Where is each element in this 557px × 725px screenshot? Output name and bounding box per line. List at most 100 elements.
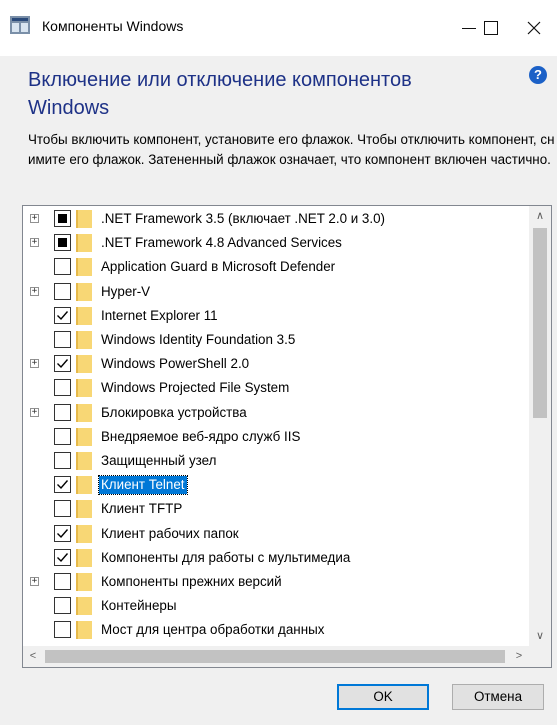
feature-label: Windows PowerShell 2.0 (101, 356, 250, 372)
dialog-heading: Включение или отключение компонентов Win… (28, 69, 412, 119)
feature-checkbox[interactable] (54, 234, 71, 252)
feature-label: Hyper-V (101, 283, 151, 299)
feature-label: Компоненты для работы с мультимедиа (101, 549, 351, 565)
feature-label: Клиент рабочих папок (101, 525, 239, 541)
close-icon (527, 21, 541, 35)
scrollbar-corner (529, 646, 551, 667)
feature-checkbox[interactable] (54, 355, 71, 373)
horizontal-scroll-thumb[interactable] (45, 650, 505, 663)
horizontal-scrollbar[interactable]: < > (23, 646, 529, 667)
feature-item[interactable]: Защищенный узел (23, 449, 528, 473)
scroll-left-icon[interactable]: < (23, 646, 43, 667)
folder-icon (76, 234, 92, 253)
windows-features-icon (10, 16, 30, 34)
feature-item[interactable]: + Блокировка устройства (23, 401, 528, 425)
feature-item[interactable]: Клиент TFTP (23, 497, 528, 521)
feature-label: Защищенный узел (101, 453, 217, 468)
feature-checkbox[interactable] (54, 573, 71, 590)
folder-icon (76, 355, 92, 374)
feature-item[interactable]: + Hyper-V (23, 280, 528, 304)
folder-icon (76, 500, 92, 519)
folder-icon (76, 210, 92, 228)
feature-label: Блокировка устройства (101, 404, 247, 420)
feature-checkbox[interactable] (54, 476, 71, 494)
feature-checkbox[interactable] (54, 379, 71, 397)
folder-icon (76, 597, 92, 616)
feature-item[interactable]: Windows Projected File System (23, 376, 528, 400)
features-tree[interactable]: Мост для центра обработки данных Контейне… (22, 205, 552, 668)
feature-checkbox[interactable] (54, 403, 71, 421)
feature-label: .NET Framework 4.8 Advanced Services (101, 235, 342, 251)
window-title: Компоненты Windows (42, 18, 184, 34)
folder-icon (76, 476, 92, 495)
vertical-scroll-thumb[interactable] (533, 228, 547, 418)
feature-label: Мост для центра обработки данных (101, 622, 325, 638)
feature-item[interactable]: Компоненты для работы с мультимедиа (23, 546, 528, 570)
feature-label: .NET Framework 3.5 (включает .NET 2.0 и … (101, 211, 386, 226)
scroll-right-icon[interactable]: > (509, 646, 529, 667)
maximize-icon (484, 21, 498, 35)
close-button[interactable] (511, 0, 557, 56)
feature-checkbox[interactable] (54, 331, 71, 348)
feature-item[interactable]: Internet Explorer 11 (23, 304, 528, 328)
title-bar[interactable]: Компоненты Windows (0, 0, 557, 56)
folder-icon (76, 403, 92, 422)
folder-icon (76, 548, 92, 567)
scroll-up-icon[interactable]: ∧ (529, 206, 551, 226)
feature-checkbox[interactable] (54, 258, 71, 276)
feature-item[interactable]: Application Guard в Microsoft Defender (23, 255, 528, 279)
feature-item[interactable]: + .NET Framework 3.5 (включает .NET 2.0 и… (23, 207, 528, 231)
folder-icon (76, 379, 92, 398)
expand-icon[interactable]: + (30, 577, 39, 586)
expand-icon[interactable]: + (30, 214, 39, 223)
feature-label: Клиент Telnet (98, 475, 188, 496)
feature-checkbox[interactable] (54, 548, 71, 566)
feature-item[interactable]: + .NET Framework 4.8 Advanced Services (23, 231, 528, 255)
windows-features-dialog: Компоненты Windows Включение или отключе… (0, 0, 557, 725)
feature-checkbox[interactable] (54, 597, 71, 615)
maximize-button[interactable] (470, 0, 512, 56)
feature-checkbox[interactable] (54, 524, 71, 542)
feature-item[interactable]: Клиент Telnet (23, 473, 528, 497)
feature-checkbox[interactable] (54, 427, 71, 445)
feature-label: Компоненты прежних версий (101, 574, 282, 589)
feature-label: Контейнеры (101, 598, 177, 614)
folder-icon (76, 331, 92, 349)
feature-item[interactable]: Мост для центра обработки данных (23, 618, 528, 642)
folder-icon (76, 282, 92, 301)
feature-label: Internet Explorer 11 (101, 307, 218, 323)
feature-checkbox[interactable] (54, 621, 71, 639)
feature-checkbox[interactable] (54, 452, 71, 469)
feature-item[interactable]: Windows Identity Foundation 3.5 (23, 328, 528, 352)
feature-checkbox[interactable] (54, 306, 71, 324)
folder-icon (76, 306, 92, 325)
vertical-scrollbar[interactable]: ∧ ∨ (529, 206, 551, 646)
ok-button[interactable]: OK (337, 684, 429, 710)
feature-label: Клиент TFTP (101, 501, 183, 517)
expand-icon[interactable]: + (30, 238, 39, 248)
dialog-description: Чтобы включить компонент, установите его… (28, 132, 555, 167)
feature-item[interactable]: Контейнеры (23, 594, 528, 618)
feature-label: Windows Identity Foundation 3.5 (101, 332, 296, 347)
feature-checkbox[interactable] (54, 500, 71, 518)
folder-icon (76, 258, 92, 277)
feature-item[interactable]: + Компоненты прежних версий (23, 570, 528, 594)
feature-checkbox[interactable] (54, 282, 71, 300)
folder-icon (76, 452, 92, 470)
feature-label: Windows Projected File System (101, 380, 290, 396)
cancel-button[interactable]: Отмена (452, 684, 544, 710)
expand-icon[interactable]: + (30, 359, 39, 369)
feature-item[interactable]: Клиент рабочих папок (23, 522, 528, 546)
feature-label: Внедряемое веб-ядро служб IIS (101, 428, 301, 444)
folder-icon (76, 573, 92, 591)
help-icon[interactable]: ? (529, 66, 547, 84)
feature-checkbox[interactable] (54, 210, 71, 227)
expand-icon[interactable]: + (30, 407, 39, 417)
folder-icon (76, 427, 92, 446)
folder-icon (76, 621, 92, 640)
feature-item[interactable]: Внедряемое веб-ядро служб IIS (23, 425, 528, 449)
scroll-down-icon[interactable]: ∨ (529, 626, 551, 646)
folder-icon (76, 524, 92, 543)
expand-icon[interactable]: + (30, 286, 39, 296)
feature-item[interactable]: + Windows PowerShell 2.0 (23, 352, 528, 376)
